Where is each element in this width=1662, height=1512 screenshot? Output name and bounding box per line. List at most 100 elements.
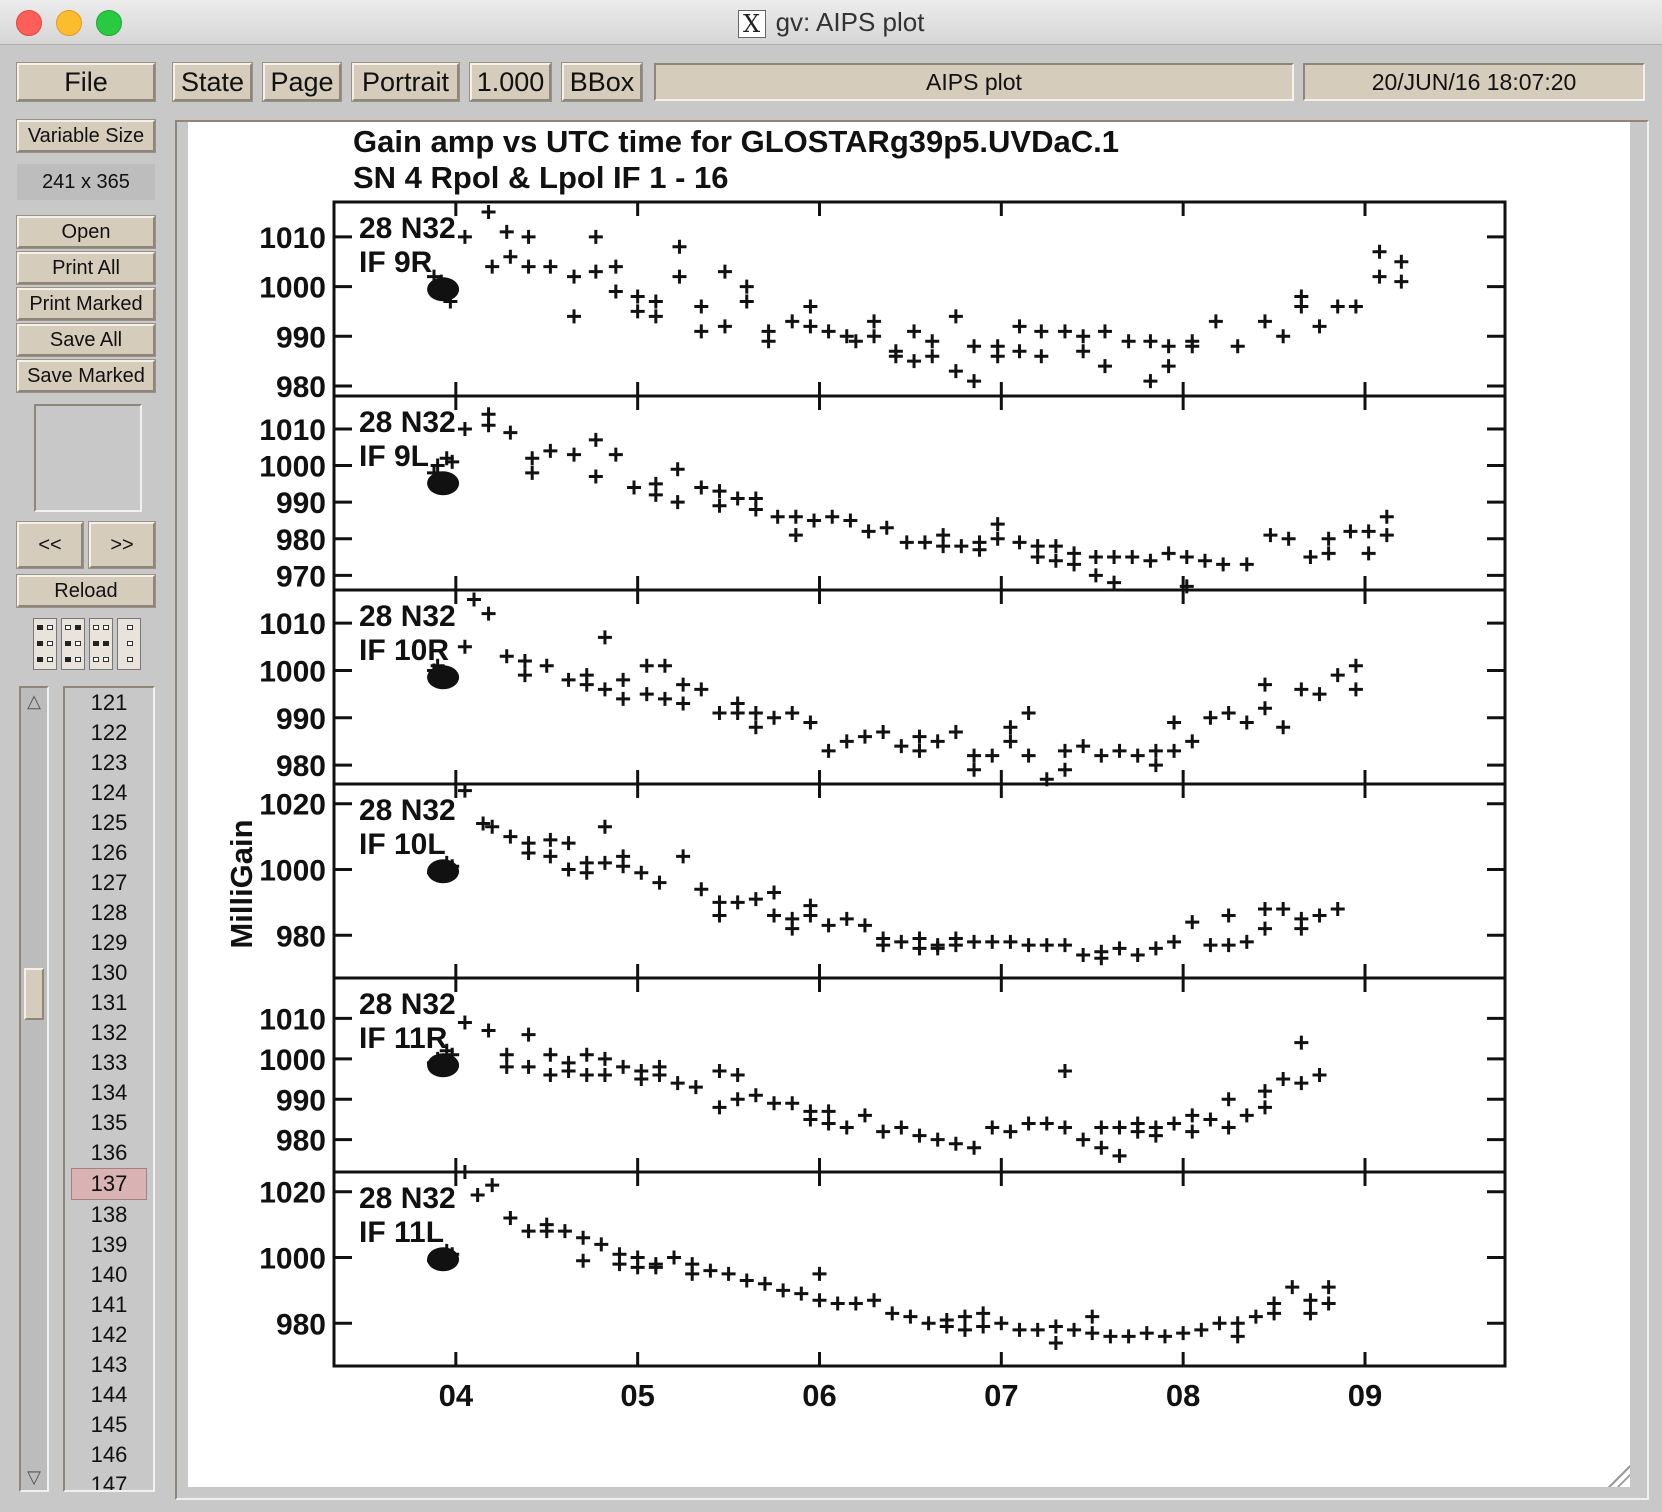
page-list-item[interactable]: 132 — [65, 1018, 153, 1048]
page-list-scrollbar[interactable]: △ ▽ — [19, 686, 49, 1492]
data-point — [1088, 550, 1103, 565]
print-marked-button[interactable]: Print Marked — [17, 288, 155, 320]
data-point — [1157, 1329, 1172, 1344]
page-list-item[interactable]: 137 — [71, 1168, 147, 1200]
page-list-item[interactable]: 121 — [65, 688, 153, 718]
page-list-item[interactable]: 131 — [65, 988, 153, 1018]
page-list-item[interactable]: 146 — [65, 1440, 153, 1470]
page-list-item[interactable]: 145 — [65, 1410, 153, 1440]
toggle-current-page-icon[interactable] — [89, 618, 113, 670]
open-button[interactable]: Open — [17, 216, 155, 248]
data-point — [1185, 1124, 1200, 1139]
page-list-item[interactable]: 135 — [65, 1108, 153, 1138]
mark-even-pages-icon[interactable] — [61, 618, 85, 670]
page-list[interactable]: 121 122 123 124 125 126 127 128 129 130 131 132 133 1… — [63, 686, 155, 1492]
save-marked-button[interactable]: Save Marked — [17, 360, 155, 392]
y-tick-label: 1000 — [259, 1242, 326, 1275]
save-all-button[interactable]: Save All — [17, 324, 155, 356]
data-point — [1057, 938, 1072, 953]
scale-menu-button[interactable]: 1.000 — [470, 63, 551, 101]
data-point — [767, 908, 782, 923]
data-point — [634, 865, 649, 880]
page-list-item[interactable]: 136 — [65, 1138, 153, 1168]
page-list-item[interactable]: 142 — [65, 1320, 153, 1350]
data-point — [567, 309, 582, 324]
state-menu-button[interactable]: State — [173, 63, 252, 101]
y-tick-label: 1010 — [259, 1003, 326, 1036]
data-point — [1130, 1124, 1145, 1139]
page-list-item[interactable]: 147 — [65, 1470, 153, 1490]
data-point — [648, 294, 663, 309]
data-point — [1148, 743, 1163, 758]
mark-odd-pages-icon[interactable] — [33, 618, 57, 670]
page-list-item[interactable]: 126 — [65, 838, 153, 868]
data-point — [521, 1224, 536, 1239]
data-point — [912, 743, 927, 758]
scrollbar-thumb[interactable] — [24, 968, 44, 1020]
page-list-item[interactable]: 144 — [65, 1380, 153, 1410]
page-list-item[interactable]: 140 — [65, 1260, 153, 1290]
data-point — [1057, 762, 1072, 777]
data-point — [803, 715, 818, 730]
data-point — [670, 495, 685, 510]
data-point — [1221, 1120, 1236, 1135]
page-list-item[interactable]: 122 — [65, 718, 153, 748]
data-point — [616, 691, 631, 706]
data-point — [1121, 334, 1136, 349]
page-menu-button[interactable]: Page — [263, 63, 341, 101]
variable-size-button[interactable]: Variable Size — [17, 120, 155, 152]
page-list-item[interactable]: 143 — [65, 1350, 153, 1380]
data-point — [499, 224, 514, 239]
data-point — [1330, 668, 1345, 683]
page-list-item[interactable]: 134 — [65, 1078, 153, 1108]
data-point — [912, 729, 927, 744]
page-list-item[interactable]: 141 — [65, 1290, 153, 1320]
data-point — [1107, 575, 1122, 590]
page-list-item[interactable]: 133 — [65, 1048, 153, 1078]
page-list-item[interactable]: 130 — [65, 958, 153, 988]
data-point — [1294, 921, 1309, 936]
page-list-item[interactable]: 139 — [65, 1230, 153, 1260]
bbox-menu-button[interactable]: BBox — [562, 63, 642, 101]
data-point — [957, 1309, 972, 1324]
data-point — [748, 892, 763, 907]
page-list-item[interactable]: 127 — [65, 868, 153, 898]
data-point — [1281, 531, 1296, 546]
data-point — [876, 1124, 891, 1139]
data-point — [967, 374, 982, 389]
data-point — [1276, 901, 1291, 916]
page-list-item[interactable]: 123 — [65, 748, 153, 778]
data-point — [470, 1188, 485, 1203]
page-preview-panner[interactable] — [34, 404, 142, 512]
data-point — [739, 294, 754, 309]
orientation-menu-button[interactable]: Portrait — [352, 63, 459, 101]
data-point — [1034, 324, 1049, 339]
data-point — [503, 249, 518, 264]
data-point — [1343, 524, 1358, 539]
data-point — [1094, 944, 1109, 959]
y-tick-label: 980 — [276, 750, 326, 783]
data-point — [1021, 706, 1036, 721]
data-point — [876, 931, 891, 946]
file-menu-button[interactable]: File — [17, 63, 155, 101]
reload-button[interactable]: Reload — [17, 575, 155, 607]
previous-page-button[interactable]: << — [17, 522, 83, 568]
plot-page[interactable]: Gain amp vs UTC time for GLOSTARg39p5.UV… — [188, 122, 1630, 1487]
print-all-button[interactable]: Print All — [17, 252, 155, 284]
page-list-item[interactable]: 124 — [65, 778, 153, 808]
resize-grip-icon[interactable] — [1608, 1465, 1630, 1487]
next-page-button[interactable]: >> — [89, 522, 155, 568]
page-list-item[interactable]: 125 — [65, 808, 153, 838]
page-list-item[interactable]: 128 — [65, 898, 153, 928]
data-point — [576, 1230, 591, 1245]
y-tick-label: 980 — [276, 920, 326, 953]
scroll-down-arrow-icon[interactable]: ▽ — [24, 1466, 44, 1488]
data-point — [1216, 557, 1231, 572]
page-list-item[interactable]: 129 — [65, 928, 153, 958]
data-point — [730, 1092, 745, 1107]
scroll-up-arrow-icon[interactable]: △ — [24, 690, 44, 712]
unmark-all-pages-icon[interactable] — [117, 618, 141, 670]
page-list-item[interactable]: 138 — [65, 1200, 153, 1230]
x-tick-label: 08 — [1166, 1378, 1200, 1413]
data-point — [476, 816, 491, 831]
